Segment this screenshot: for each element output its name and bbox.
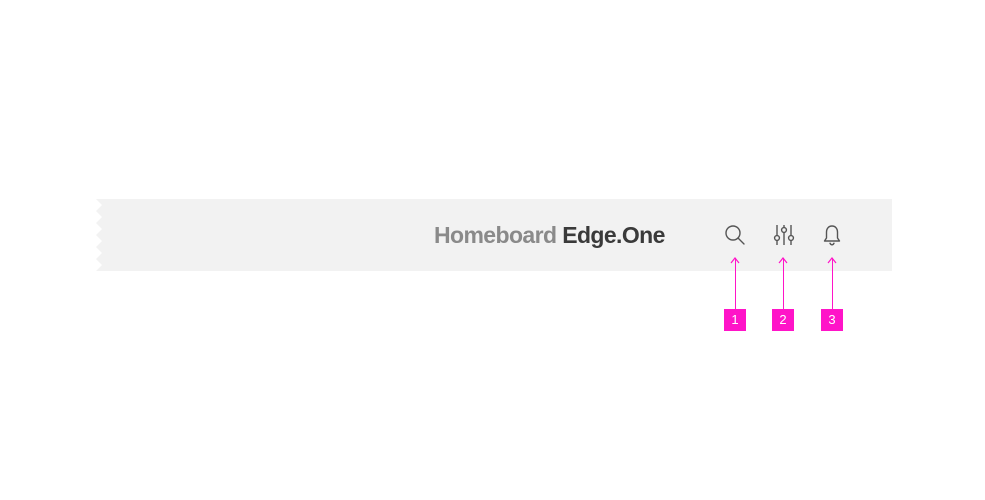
callout-line <box>735 258 736 309</box>
callout-badge: 1 <box>724 309 746 331</box>
callout-badge: 3 <box>821 309 843 331</box>
bell-icon <box>823 225 841 246</box>
notifications-button[interactable] <box>818 221 846 249</box>
filter-sliders-icon <box>773 225 795 245</box>
brand-name-primary: Homeboard <box>434 222 557 248</box>
search-button[interactable] <box>721 221 749 249</box>
brand-logo-text: Homeboard Edge.One <box>434 220 665 250</box>
callout-line <box>832 258 833 309</box>
header-bar: Homeboard Edge.One <box>0 0 985 500</box>
brand-name-secondary: Edge.One <box>562 222 665 248</box>
search-icon <box>725 225 745 245</box>
callout-line <box>783 258 784 309</box>
callout-badge: 2 <box>772 309 794 331</box>
filter-button[interactable] <box>770 221 798 249</box>
